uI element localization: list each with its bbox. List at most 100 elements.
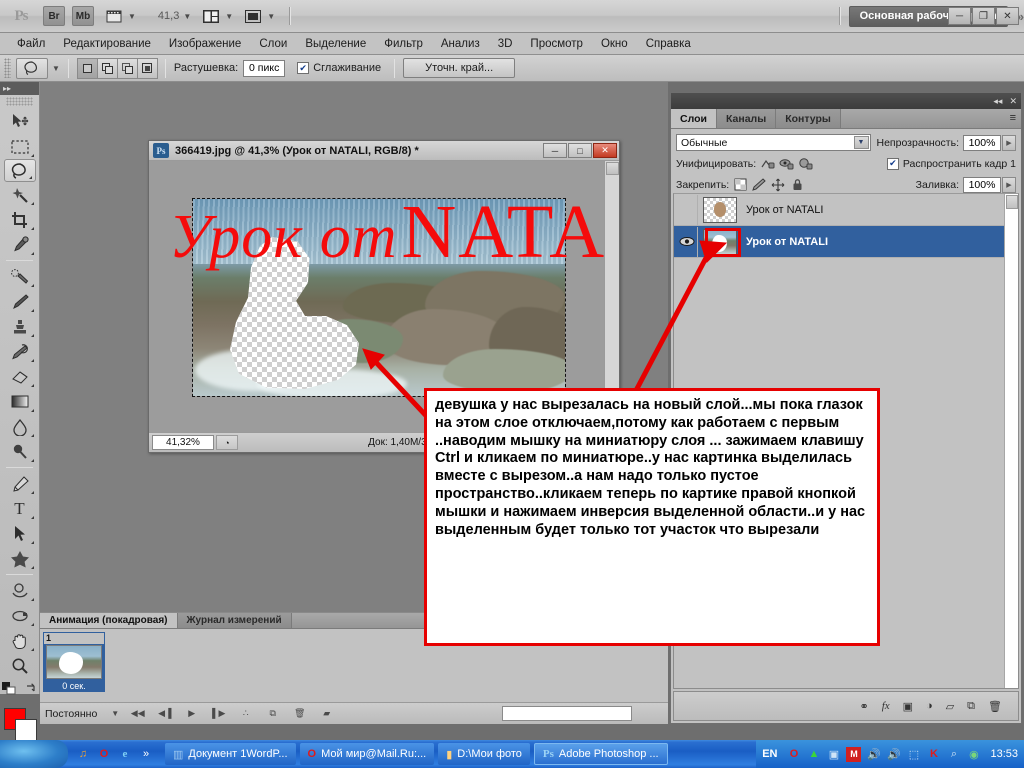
delete-layer-icon[interactable]: 🗑 bbox=[988, 700, 1002, 713]
tray-nvidia-icon[interactable]: ◉ bbox=[966, 747, 981, 762]
opacity-input[interactable]: 100% bbox=[963, 134, 1001, 151]
link-layers-icon[interactable]: ⚭ bbox=[859, 700, 868, 713]
taskbar-explorer-folder[interactable]: ▮ D:\Мои фото bbox=[438, 743, 530, 765]
panel-collapse-icon[interactable]: ◂◂ bbox=[993, 96, 1002, 107]
select-first-frame-button[interactable]: ◀◀ bbox=[129, 706, 146, 721]
new-group-icon[interactable]: ▱ bbox=[946, 700, 954, 713]
document-zoom-field[interactable]: 41,32% bbox=[152, 435, 214, 450]
window-restore-button[interactable]: ❐ bbox=[972, 7, 995, 25]
type-tool[interactable]: T bbox=[3, 496, 37, 521]
tools-collapse-button[interactable]: ▸▸ bbox=[0, 82, 39, 95]
rectangular-marquee-tool[interactable] bbox=[3, 134, 37, 159]
subtract-from-selection-button[interactable] bbox=[116, 57, 138, 79]
layer-list-scrollbar[interactable] bbox=[1004, 194, 1018, 688]
new-adjustment-layer-icon[interactable]: ◑ bbox=[926, 700, 933, 712]
tab-layers[interactable]: Слои bbox=[671, 109, 717, 128]
view-extras-chevron-down-icon[interactable]: ▼ bbox=[128, 12, 136, 21]
unify-position-icon[interactable] bbox=[759, 156, 775, 172]
opacity-stepper[interactable]: ▶ bbox=[1002, 134, 1016, 151]
tray-speaker-icon[interactable]: 🔊 bbox=[886, 747, 901, 762]
tray-mail-agent-icon[interactable]: M bbox=[846, 746, 862, 762]
select-previous-frame-button[interactable]: ◀▐ bbox=[156, 706, 173, 721]
launch-mini-bridge-button[interactable]: Mb bbox=[72, 6, 94, 26]
gradient-tool[interactable] bbox=[3, 389, 37, 414]
table-row[interactable]: Урок от NATALI bbox=[674, 226, 1018, 258]
tween-frames-button[interactable]: ∴ bbox=[237, 706, 254, 721]
tray-network-icon[interactable]: ⬚ bbox=[906, 747, 921, 762]
play-animation-button[interactable]: ▶ bbox=[183, 706, 200, 721]
quicklaunch-more-icon[interactable]: » bbox=[138, 746, 154, 762]
add-layer-mask-icon[interactable]: ▣ bbox=[903, 700, 913, 713]
quicklaunch-internet-explorer-icon[interactable]: e bbox=[117, 746, 133, 762]
layer-thumbnail[interactable] bbox=[703, 196, 737, 223]
menu-item-view[interactable]: Просмотр bbox=[521, 34, 592, 54]
refine-edge-button[interactable]: Уточн. край... bbox=[403, 58, 516, 78]
tray-monitor-icon[interactable]: ▣ bbox=[826, 747, 841, 762]
lock-position-icon[interactable] bbox=[770, 177, 786, 193]
menu-item-3d[interactable]: 3D bbox=[489, 34, 522, 54]
taskbar-clock[interactable]: 13:53 bbox=[990, 748, 1018, 760]
menu-item-image[interactable]: Изображение bbox=[160, 34, 250, 54]
tray-opera-icon[interactable]: O bbox=[786, 747, 801, 762]
document-minimize-button[interactable]: ─ bbox=[543, 143, 567, 158]
healing-brush-tool[interactable] bbox=[3, 264, 37, 289]
list-item[interactable]: 1 0 сек. bbox=[43, 632, 105, 692]
taskbar-opera-mailru[interactable]: O Мой мир@Mail.Ru:... bbox=[299, 743, 435, 765]
default-colors-icon[interactable] bbox=[2, 682, 16, 700]
move-tool[interactable] bbox=[3, 109, 37, 134]
delete-frame-button[interactable]: 🗑 bbox=[291, 706, 308, 721]
antialias-checkbox[interactable]: ✔ bbox=[297, 62, 310, 74]
screen-mode-icon[interactable] bbox=[243, 7, 263, 25]
layer-style-fx-icon[interactable]: fx bbox=[882, 700, 890, 712]
frame-thumbnail[interactable] bbox=[46, 645, 102, 679]
document-preview-icon[interactable]: ◔ bbox=[216, 435, 238, 450]
document-title-bar[interactable]: Ps 366419.jpg @ 41,3% (Урок от NATALI, R… bbox=[149, 141, 619, 161]
tools-palette-grip[interactable] bbox=[6, 97, 33, 106]
screen-mode-chevron-down-icon[interactable]: ▼ bbox=[267, 12, 275, 21]
unify-visibility-icon[interactable] bbox=[778, 156, 794, 172]
tray-avg-icon[interactable]: ▲ bbox=[806, 747, 821, 762]
shape-tool[interactable] bbox=[3, 546, 37, 571]
window-minimize-button[interactable]: ─ bbox=[948, 7, 971, 25]
rotate-3d-object-tool[interactable] bbox=[3, 578, 37, 603]
image-canvas[interactable] bbox=[192, 198, 566, 397]
menu-item-file[interactable]: Файл bbox=[8, 34, 54, 54]
menu-item-filter[interactable]: Фильтр bbox=[375, 34, 432, 54]
zoom-level-value[interactable]: 41,3 bbox=[158, 10, 179, 22]
background-color-swatch[interactable] bbox=[14, 719, 37, 741]
eye-icon[interactable] bbox=[676, 194, 698, 225]
brush-tool[interactable] bbox=[3, 289, 37, 314]
view-extras-icon[interactable] bbox=[104, 7, 124, 25]
tab-paths[interactable]: Контуры bbox=[776, 109, 841, 128]
hand-tool[interactable] bbox=[3, 628, 37, 653]
zoom-level-chevron-down-icon[interactable]: ▼ bbox=[183, 12, 191, 21]
loop-options-chevron-down-icon[interactable]: ▼ bbox=[111, 709, 119, 718]
magic-wand-tool[interactable] bbox=[3, 182, 37, 207]
quicklaunch-winamp-icon[interactable]: ♫ bbox=[75, 746, 91, 762]
intersect-selection-button[interactable] bbox=[136, 57, 158, 79]
eye-icon[interactable] bbox=[676, 226, 698, 257]
add-to-selection-button[interactable] bbox=[96, 57, 118, 79]
language-indicator[interactable]: EN bbox=[762, 748, 777, 760]
menu-item-layers[interactable]: Слои bbox=[250, 34, 296, 54]
swap-colors-icon[interactable] bbox=[24, 682, 37, 700]
menu-item-edit[interactable]: Редактирование bbox=[54, 34, 160, 54]
feather-input[interactable]: 0 пикс bbox=[243, 59, 286, 77]
loop-options-value[interactable]: Постоянно bbox=[45, 708, 97, 720]
tool-preset-chevron-down-icon[interactable]: ▼ bbox=[52, 64, 60, 73]
propagate-checkbox[interactable]: ✔ bbox=[886, 157, 899, 170]
document-maximize-button[interactable]: □ bbox=[568, 143, 592, 158]
lock-transparency-icon[interactable] bbox=[732, 177, 748, 193]
layer-thumbnail[interactable] bbox=[703, 228, 737, 255]
eraser-tool[interactable] bbox=[3, 364, 37, 389]
arrange-chevron-down-icon[interactable]: ▼ bbox=[225, 12, 233, 21]
clone-stamp-tool[interactable] bbox=[3, 314, 37, 339]
quicklaunch-opera-icon[interactable]: O bbox=[96, 746, 112, 762]
unify-style-icon[interactable] bbox=[797, 156, 813, 172]
eyedropper-tool[interactable] bbox=[3, 232, 37, 257]
arrange-documents-icon[interactable] bbox=[201, 7, 221, 25]
menu-item-window[interactable]: Окно bbox=[592, 34, 637, 54]
document-close-button[interactable]: ✕ bbox=[593, 143, 617, 158]
start-button[interactable] bbox=[0, 740, 68, 768]
animation-scrub-field[interactable] bbox=[502, 706, 632, 721]
